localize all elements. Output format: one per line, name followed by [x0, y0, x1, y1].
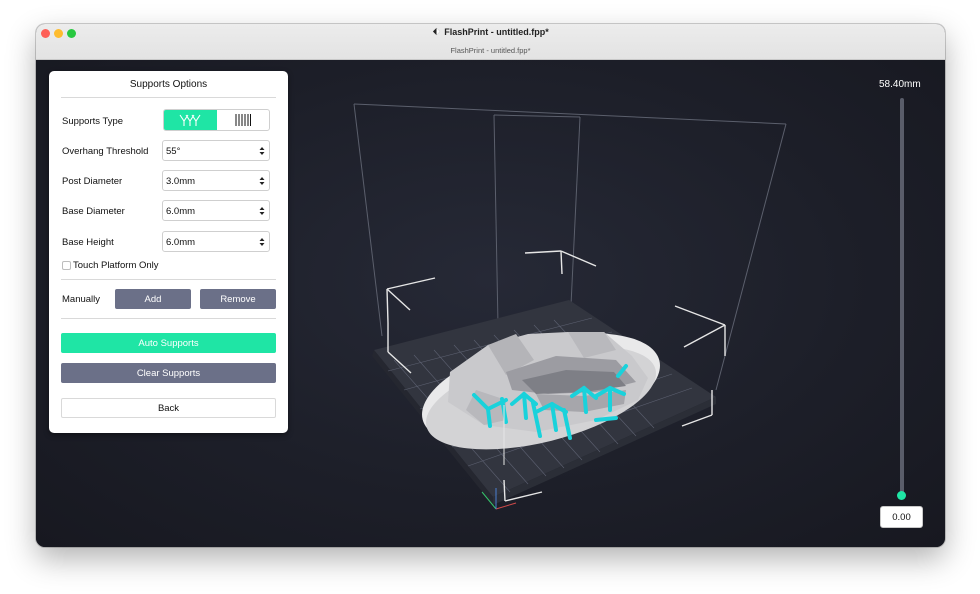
- linear-supports-button[interactable]: [217, 110, 270, 130]
- base-height-label: Base Height: [62, 237, 114, 248]
- layer-slider-track[interactable]: [900, 98, 904, 497]
- layer-height-max-label: 58.40mm: [879, 79, 921, 90]
- add-support-button[interactable]: Add: [115, 289, 191, 309]
- back-button[interactable]: Back: [61, 398, 276, 418]
- stepper-arrows-icon[interactable]: [259, 237, 265, 247]
- post-diameter-value: 3.0mm: [166, 176, 196, 187]
- window-title: FlashPrint - untitled.fpp*: [444, 27, 549, 37]
- linear-supports-icon: [235, 114, 251, 126]
- overhang-threshold-label: Overhang Threshold: [62, 146, 149, 157]
- divider: [61, 318, 276, 319]
- window-title-row: FlashPrint - untitled.fpp*: [36, 27, 945, 37]
- post-diameter-spinbox[interactable]: 3.0mm: [162, 170, 270, 191]
- layer-slider-handle[interactable]: [897, 491, 906, 500]
- tree-supports-button[interactable]: [164, 110, 217, 130]
- stepper-arrows-icon[interactable]: [259, 176, 265, 186]
- app-window: FlashPrint - untitled.fpp* FlashPrint - …: [36, 24, 945, 547]
- manually-label: Manually: [62, 294, 101, 305]
- clear-supports-button[interactable]: Clear Supports: [61, 363, 276, 383]
- supports-type-toggle: [163, 109, 270, 131]
- supports-options-panel: Supports Options Supports Type Overhang …: [49, 71, 288, 433]
- base-diameter-label: Base Diameter: [62, 206, 125, 217]
- base-diameter-value: 6.0mm: [166, 206, 196, 217]
- auto-supports-button[interactable]: Auto Supports: [61, 333, 276, 353]
- panel-title: Supports Options: [129, 79, 208, 90]
- tree-supports-icon: [179, 114, 201, 126]
- base-diameter-spinbox[interactable]: 6.0mm: [162, 200, 270, 221]
- layer-height-input[interactable]: 0.00: [880, 506, 923, 528]
- 3d-viewport[interactable]: Supports Options Supports Type Overhang …: [36, 60, 945, 547]
- base-height-value: 6.0mm: [166, 237, 196, 248]
- touch-platform-checkbox[interactable]: [62, 261, 71, 270]
- supports-type-label: Supports Type: [62, 116, 124, 127]
- overhang-threshold-spinbox[interactable]: 55°: [162, 140, 270, 161]
- touch-platform-label: Touch Platform Only: [73, 260, 159, 271]
- flashprint-app-icon: [433, 27, 441, 36]
- overhang-threshold-value: 55°: [166, 146, 181, 157]
- stepper-arrows-icon[interactable]: [259, 206, 265, 216]
- document-title: FlashPrint - untitled.fpp*: [450, 46, 531, 55]
- stepper-arrows-icon[interactable]: [259, 146, 265, 156]
- post-diameter-label: Post Diameter: [62, 176, 123, 187]
- divider: [61, 97, 276, 98]
- title-bar: FlashPrint - untitled.fpp* FlashPrint - …: [36, 24, 945, 60]
- base-height-spinbox[interactable]: 6.0mm: [162, 231, 270, 252]
- divider: [61, 279, 276, 280]
- remove-support-button[interactable]: Remove: [200, 289, 276, 309]
